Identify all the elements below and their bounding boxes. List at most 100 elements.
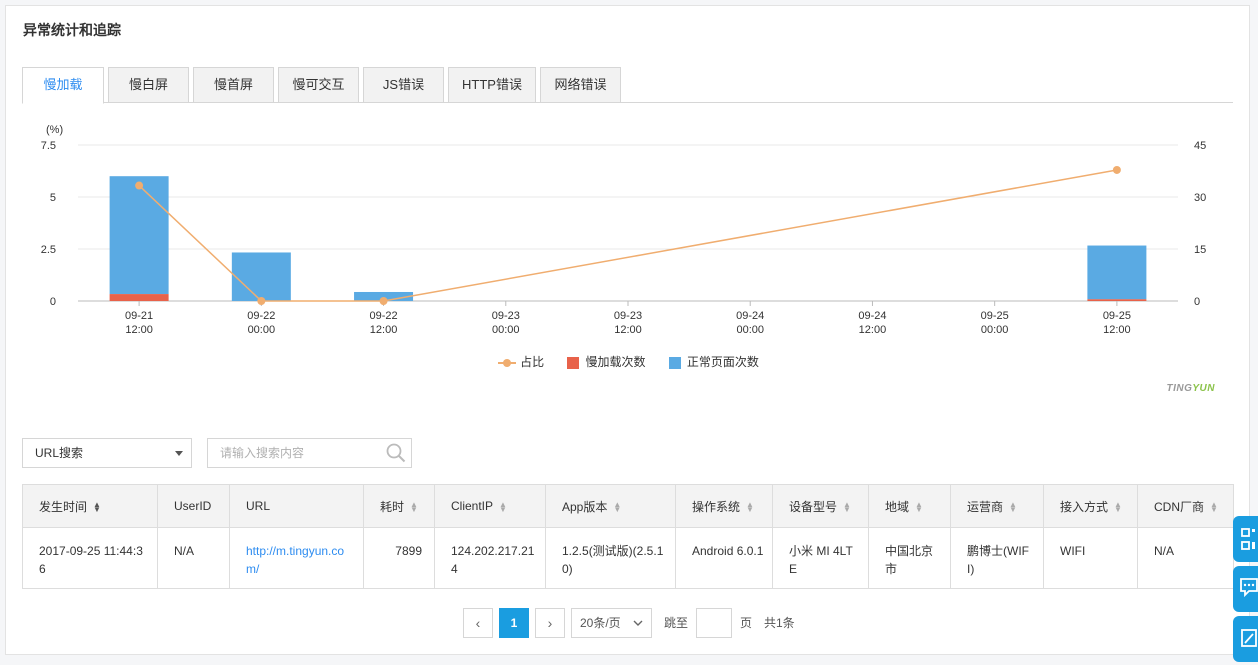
ratio-point xyxy=(1112,165,1121,174)
search-field xyxy=(207,438,412,468)
col-app-version[interactable]: App版本 ▲ ▼ xyxy=(545,484,676,528)
x-tick-label-date: 09-23 xyxy=(492,310,520,322)
tab-slow-first-screen[interactable]: 慢首屏 xyxy=(193,67,274,103)
search-icon[interactable] xyxy=(385,442,407,467)
red-square-icon xyxy=(567,356,580,369)
page-1-button[interactable]: 1 xyxy=(499,608,529,638)
col-access[interactable]: 接入方式 ▲ ▼ xyxy=(1043,484,1138,528)
tab-js-error[interactable]: JS错误 xyxy=(363,67,444,103)
search-input[interactable] xyxy=(208,439,378,467)
x-tick-label-time: 00:00 xyxy=(492,324,520,336)
col-url: URL xyxy=(229,484,364,528)
x-tick-label-date: 09-23 xyxy=(614,310,642,322)
sort-icon: ▲ ▼ xyxy=(410,500,418,515)
prev-page-button[interactable]: ‹ xyxy=(463,608,493,638)
col-device-label: 设备型号 xyxy=(789,499,838,514)
tab-slow-white-screen[interactable]: 慢白屏 xyxy=(108,67,189,103)
search-type-select[interactable]: URL搜索 xyxy=(22,438,192,468)
col-device[interactable]: 设备型号 ▲ ▼ xyxy=(772,484,869,528)
y-right-tick-label: 15 xyxy=(1194,244,1206,256)
col-access-label: 接入方式 xyxy=(1060,499,1109,514)
y-right-tick-label: 0 xyxy=(1194,296,1200,308)
x-tick-label-date: 09-25 xyxy=(981,310,1009,322)
bar-normal xyxy=(109,176,169,295)
col-clientip-label: ClientIP xyxy=(451,499,494,513)
col-os[interactable]: 操作系统 ▲ ▼ xyxy=(675,484,773,528)
bar-normal xyxy=(1087,245,1147,300)
x-tick-label-time: 12:00 xyxy=(614,324,642,336)
col-clientip[interactable]: ClientIP ▲ ▼ xyxy=(434,484,546,528)
col-duration[interactable]: 耗时 ▲ ▼ xyxy=(363,484,435,528)
tab-http-error[interactable]: HTTP错误 xyxy=(448,67,536,103)
total-count: 共1条 xyxy=(764,616,795,630)
col-carrier[interactable]: 运营商 ▲ ▼ xyxy=(950,484,1044,528)
cell-duration: 7899 xyxy=(363,527,435,589)
page-size-select[interactable]: 20条/页 xyxy=(571,608,652,638)
y-left-tick-label: 0 xyxy=(50,296,56,308)
tab-slow-load[interactable]: 慢加载 xyxy=(22,67,104,104)
col-region[interactable]: 地域 ▲ ▼ xyxy=(868,484,951,528)
search-type-value: URL搜索 xyxy=(35,446,84,460)
page-size-value: 20条/页 xyxy=(580,616,621,630)
ratio-point xyxy=(257,297,266,305)
bar-slow xyxy=(1087,299,1147,301)
watermark-suffix: YUN xyxy=(1192,383,1215,394)
legend-ratio[interactable]: 占比 xyxy=(498,353,544,370)
x-tick-label-date: 09-22 xyxy=(369,310,397,322)
url-link[interactable]: http://m.tingyun.com/ xyxy=(246,544,344,576)
cell-device: 小米 MI 4LTE xyxy=(772,527,869,589)
col-cdn[interactable]: CDN厂商 ▲ ▼ xyxy=(1137,484,1234,528)
cell-cdn: N/A xyxy=(1137,527,1234,589)
tingyun-watermark: TINGYUN xyxy=(1166,383,1215,394)
cell-time: 2017-09-25 11:44:36 xyxy=(22,527,158,589)
sort-icon: ▲ ▼ xyxy=(93,500,101,515)
y-axis-unit: (%) xyxy=(46,124,63,136)
y-right-tick-label: 30 xyxy=(1194,192,1206,204)
x-tick-label-date: 09-24 xyxy=(736,310,764,322)
cell-app-version: 1.2.5(测试版)(2.5.10) xyxy=(545,527,676,589)
col-url-label: URL xyxy=(246,499,271,513)
watermark-prefix: TING xyxy=(1166,383,1193,394)
side-edit-button[interactable] xyxy=(1233,616,1258,662)
y-left-tick-label: 5 xyxy=(50,192,56,204)
next-page-button[interactable]: › xyxy=(535,608,565,638)
x-tick-label-date: 09-21 xyxy=(125,310,153,322)
jump-page-input[interactable] xyxy=(696,608,732,638)
x-tick-label-time: 00:00 xyxy=(248,324,276,336)
records-table: 发生时间 ▲ ▼ UserID URL 耗时 ▲ ▼ ClientIP ▲ ▼ App版本 ▲… xyxy=(22,484,1234,589)
x-tick-label-date: 09-24 xyxy=(858,310,886,322)
table-row: 2017-09-25 11:44:36 N/A http://m.tingyun… xyxy=(22,527,1234,589)
line-marker-icon xyxy=(498,358,517,368)
jump-label: 跳至 xyxy=(664,616,689,630)
sort-icon: ▲ ▼ xyxy=(843,500,851,515)
cell-userid: N/A xyxy=(157,527,230,589)
side-chat-button[interactable] xyxy=(1233,566,1258,612)
side-qrcode-button[interactable] xyxy=(1233,516,1258,562)
col-app-version-label: App版本 xyxy=(562,499,608,514)
tab-slow-interactive[interactable]: 慢可交互 xyxy=(278,67,359,103)
legend-slow-count[interactable]: 慢加载次数 xyxy=(567,353,646,370)
sort-icon: ▲ ▼ xyxy=(1114,500,1122,515)
x-tick-label-time: 12:00 xyxy=(125,324,153,336)
x-tick-label-time: 00:00 xyxy=(736,324,764,336)
legend-normal-label: 正常页面次数 xyxy=(686,355,759,369)
page-unit-label: 页 xyxy=(740,616,753,630)
col-time-label: 发生时间 xyxy=(39,499,88,514)
x-tick-label-time: 12:00 xyxy=(370,324,398,336)
col-time[interactable]: 发生时间 ▲ ▼ xyxy=(22,484,158,528)
bar-slow xyxy=(109,294,169,301)
sort-icon: ▲ ▼ xyxy=(613,500,622,515)
blue-square-icon xyxy=(668,356,681,369)
legend-slow-label: 慢加载次数 xyxy=(585,355,646,369)
ratio-point xyxy=(379,297,388,305)
chart-legend: 占比 慢加载次数 正常页面次数 xyxy=(6,353,1251,370)
table-header-row: 发生时间 ▲ ▼ UserID URL 耗时 ▲ ▼ ClientIP ▲ ▼ App版本 ▲… xyxy=(22,484,1234,528)
legend-normal-count[interactable]: 正常页面次数 xyxy=(668,353,759,370)
cell-url: http://m.tingyun.com/ xyxy=(229,527,364,589)
x-tick-label-date: 09-22 xyxy=(247,310,275,322)
sort-icon: ▲ ▼ xyxy=(499,499,507,514)
cell-access: WIFI xyxy=(1043,527,1138,589)
tab-network-error[interactable]: 网络错误 xyxy=(540,67,621,103)
x-tick-label-time: 00:00 xyxy=(981,324,1009,336)
tab-bar: 慢加载 慢白屏 慢首屏 慢可交互 JS错误 HTTP错误 网络错误 xyxy=(22,67,1233,104)
